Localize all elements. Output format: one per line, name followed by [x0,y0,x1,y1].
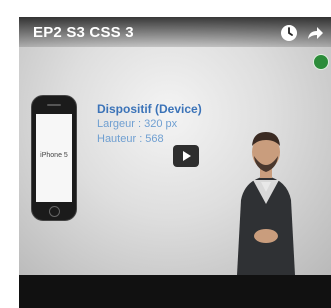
channel-logo-icon [313,54,329,70]
phone-speaker [47,104,61,106]
play-button[interactable] [173,145,199,167]
slide-heading: Dispositif (Device) [97,102,202,116]
phone-illustration: iPhone 5 [31,95,77,221]
share-icon[interactable] [306,24,324,42]
phone-screen: iPhone 5 [36,114,72,202]
video-player[interactable]: iPhone 5 Dispositif (Device) Largeur : 3… [19,17,331,275]
video-frame: iPhone 5 Dispositif (Device) Largeur : 3… [19,17,331,275]
phone-label: iPhone 5 [40,152,68,159]
clock-icon[interactable] [280,24,298,42]
play-icon [183,151,191,161]
phone-home-button [49,206,60,217]
player-bottom-area [19,275,331,308]
video-title-bar: EP2 S3 CSS 3 [19,17,331,47]
slide-width-text: Largeur : 320 px [97,118,178,130]
presenter-figure [237,132,295,275]
slide-height-text: Hauteur : 568 [97,133,164,145]
video-title[interactable]: EP2 S3 CSS 3 [33,24,134,41]
